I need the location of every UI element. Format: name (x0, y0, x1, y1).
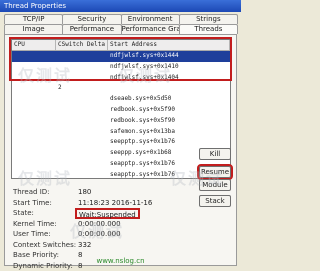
tab-tcpip[interactable]: TCP/IP (4, 14, 63, 24)
cell-cswitch-delta (56, 105, 108, 116)
cell-start-address: seepptp.sys+0x1b76 (108, 137, 230, 148)
tab-strings[interactable]: Strings (179, 14, 238, 24)
tab-threads[interactable]: Threads (179, 24, 238, 34)
cell-cswitch-delta: 2 (56, 83, 108, 94)
prop-start-time: Start Time:11:18:23 2016-11-16 (13, 198, 163, 209)
cell-cswitch-delta (56, 137, 108, 148)
tab-row-2: Image Performance Performance Graph Thre… (4, 24, 237, 34)
prop-value-state: Wait:Suspended (75, 208, 140, 219)
prop-value: 0:00:00.000 (78, 219, 121, 230)
prop-value: 0:00:00.000 (78, 229, 121, 240)
tab-row-1: TCP/IP Security Environment Strings (4, 14, 237, 24)
cell-cpu (12, 105, 56, 116)
window-title-bar: Thread Properties (0, 0, 241, 12)
prop-label: State: (13, 208, 78, 219)
footer-url: www.nslog.cn (0, 257, 241, 265)
cell-cpu (12, 159, 56, 170)
prop-label: Start Time: (13, 198, 78, 209)
cell-cswitch-delta (56, 170, 108, 179)
kill-button[interactable]: Kill (199, 148, 231, 160)
window-title: Thread Properties (4, 2, 66, 10)
thread-row[interactable]: seapptp.sys+0x1b76 (12, 159, 230, 170)
stack-button[interactable]: Stack (199, 195, 231, 207)
prop-value: 332 (78, 240, 91, 251)
thread-row[interactable]: redbook.sys+0x5f90 (12, 105, 230, 116)
tab-environment[interactable]: Environment (121, 14, 180, 24)
prop-thread-id: Thread ID:180 (13, 187, 163, 198)
thread-row[interactable]: seapptp.sys+0x1b76 (12, 170, 230, 179)
cell-start-address: safemon.sys+0x13ba (108, 127, 230, 138)
cell-cpu (12, 116, 56, 127)
thread-row[interactable]: safemon.sys+0x13ba (12, 127, 230, 138)
cell-cpu (12, 83, 56, 94)
tab-strip: TCP/IP Security Environment Strings Imag… (4, 14, 237, 34)
cell-cswitch-delta (56, 127, 108, 138)
cell-cswitch-delta (56, 148, 108, 159)
highlight-box-threads (9, 37, 232, 81)
cell-cswitch-delta (56, 94, 108, 105)
resume-button[interactable]: Resume (199, 166, 231, 178)
threads-panel: CPU CSwitch Delta Start Address ndfjwlsf… (4, 34, 237, 266)
prop-label: Thread ID: (13, 187, 78, 198)
cell-cswitch-delta (56, 159, 108, 170)
prop-value: 180 (78, 187, 91, 198)
thread-row[interactable]: 2 (12, 83, 230, 94)
prop-label: Context Switches: (13, 240, 78, 251)
cell-start-address: redbook.sys+0x5f90 (108, 116, 230, 127)
cell-cpu (12, 94, 56, 105)
thread-row[interactable]: seeppp.sys+0x1b68 (12, 148, 230, 159)
cell-start-address: dseaeb.sys+0x5d50 (108, 94, 230, 105)
prop-kernel-time: Kernel Time:0:00:00.000 (13, 219, 163, 230)
cell-cswitch-delta (56, 116, 108, 127)
cell-start-address (108, 83, 230, 94)
prop-context-switches: Context Switches:332 (13, 240, 163, 251)
cell-cpu (12, 170, 56, 179)
prop-label: Kernel Time: (13, 219, 78, 230)
prop-user-time: User Time:0:00:00.000 (13, 229, 163, 240)
prop-state: State:Wait:Suspended (13, 208, 163, 219)
tab-performance[interactable]: Performance (62, 24, 121, 34)
tab-image[interactable]: Image (4, 24, 63, 34)
tab-performance-graph[interactable]: Performance Graph (121, 24, 180, 34)
prop-value: 11:18:23 2016-11-16 (78, 198, 152, 209)
module-button[interactable]: Module (199, 179, 231, 191)
cell-cpu (12, 148, 56, 159)
thread-row[interactable]: dseaeb.sys+0x5d50 (12, 94, 230, 105)
cell-cpu (12, 127, 56, 138)
cell-start-address: redbook.sys+0x5f90 (108, 105, 230, 116)
thread-row[interactable]: seepptp.sys+0x1b76 (12, 137, 230, 148)
cell-cpu (12, 137, 56, 148)
prop-label: User Time: (13, 229, 78, 240)
tab-security[interactable]: Security (62, 14, 121, 24)
thread-row[interactable]: redbook.sys+0x5f90 (12, 116, 230, 127)
